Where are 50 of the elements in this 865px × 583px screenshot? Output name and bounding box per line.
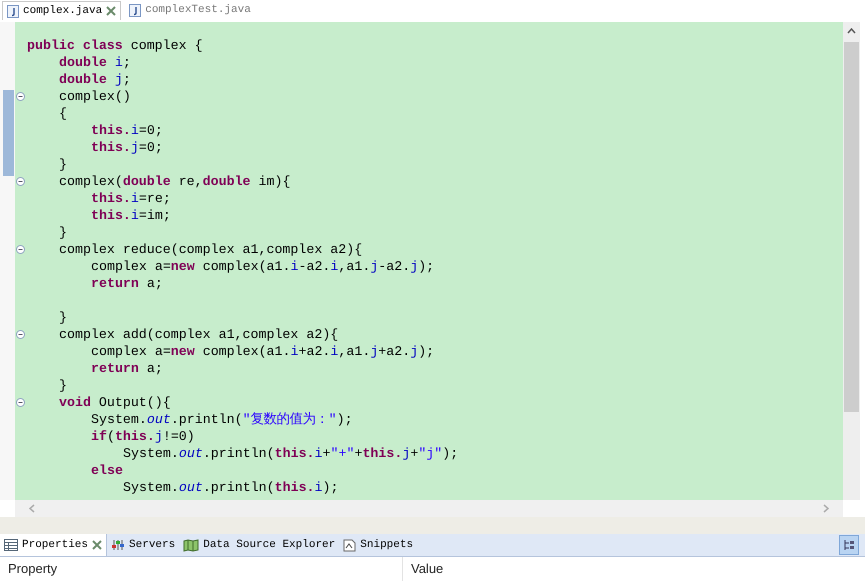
snippet-icon	[343, 538, 356, 552]
code-line: this.i=im;	[91, 208, 171, 223]
vertical-scrollbar[interactable]	[843, 22, 860, 500]
fold-icon[interactable]	[16, 398, 25, 407]
code-line: if(this.j!=0)	[91, 429, 195, 444]
code-line: System.out.println(this.i);	[123, 480, 338, 495]
code-line: this.i=0;	[91, 123, 163, 138]
code-line: else	[91, 463, 123, 478]
code-line: this.i=re;	[91, 191, 171, 206]
code-line: complex a=new complex(a1.i-a2.i,a1.j-a2.j);	[91, 259, 434, 274]
code-line: double i;	[59, 55, 131, 70]
column-header[interactable]: Value	[403, 557, 865, 581]
table-icon	[4, 539, 18, 551]
code-line: System.out.println(this.i+"+"+this.j+"j");	[123, 446, 458, 461]
close-icon[interactable]	[92, 540, 102, 550]
sliders-icon	[111, 539, 126, 551]
panel-tab[interactable]: Data Source Explorer	[179, 534, 340, 556]
fold-icon[interactable]	[16, 92, 25, 101]
code-line: System.out.println("复数的值为：");	[91, 412, 353, 427]
fold-icon[interactable]	[16, 177, 25, 186]
code-line: }	[59, 310, 67, 325]
code-line: double j;	[59, 72, 131, 87]
code-line: complex(double re,double im){	[59, 174, 290, 189]
tree-icon	[843, 539, 855, 551]
code-line: }	[59, 378, 67, 393]
code-line: complex()	[59, 89, 131, 104]
panel-tab[interactable]: Snippets	[339, 534, 418, 556]
scroll-up-icon[interactable]	[847, 28, 856, 34]
close-icon[interactable]	[106, 6, 116, 16]
code-line: {	[59, 106, 67, 121]
code-line: this.j=0;	[91, 140, 163, 155]
column-header[interactable]: Property	[0, 557, 403, 581]
code-line: return a;	[91, 276, 163, 291]
java-file-icon	[7, 4, 19, 18]
code-line: complex add(complex a1,complex a2){	[59, 327, 338, 342]
panel-tab[interactable]: Properties	[0, 534, 108, 556]
code-line: }	[59, 157, 67, 172]
map-icon	[183, 538, 200, 552]
tree-view-button[interactable]	[839, 535, 859, 555]
code-line: return a;	[91, 361, 163, 376]
editor-tab[interactable]: complex.java	[2, 1, 122, 20]
fold-icon[interactable]	[16, 330, 25, 339]
fold-icon[interactable]	[16, 245, 25, 254]
java-file-icon	[129, 4, 142, 17]
code-line: public class complex {	[27, 38, 203, 53]
code-line: complex a=new complex(a1.i+a2.i,a1.j+a2.j);	[91, 344, 434, 359]
code-line: complex reduce(complex a1,complex a2){	[59, 242, 362, 257]
code-line: void Output(){	[59, 395, 171, 410]
panel-tab[interactable]: Servers	[107, 534, 180, 556]
code-line: }	[59, 225, 67, 240]
